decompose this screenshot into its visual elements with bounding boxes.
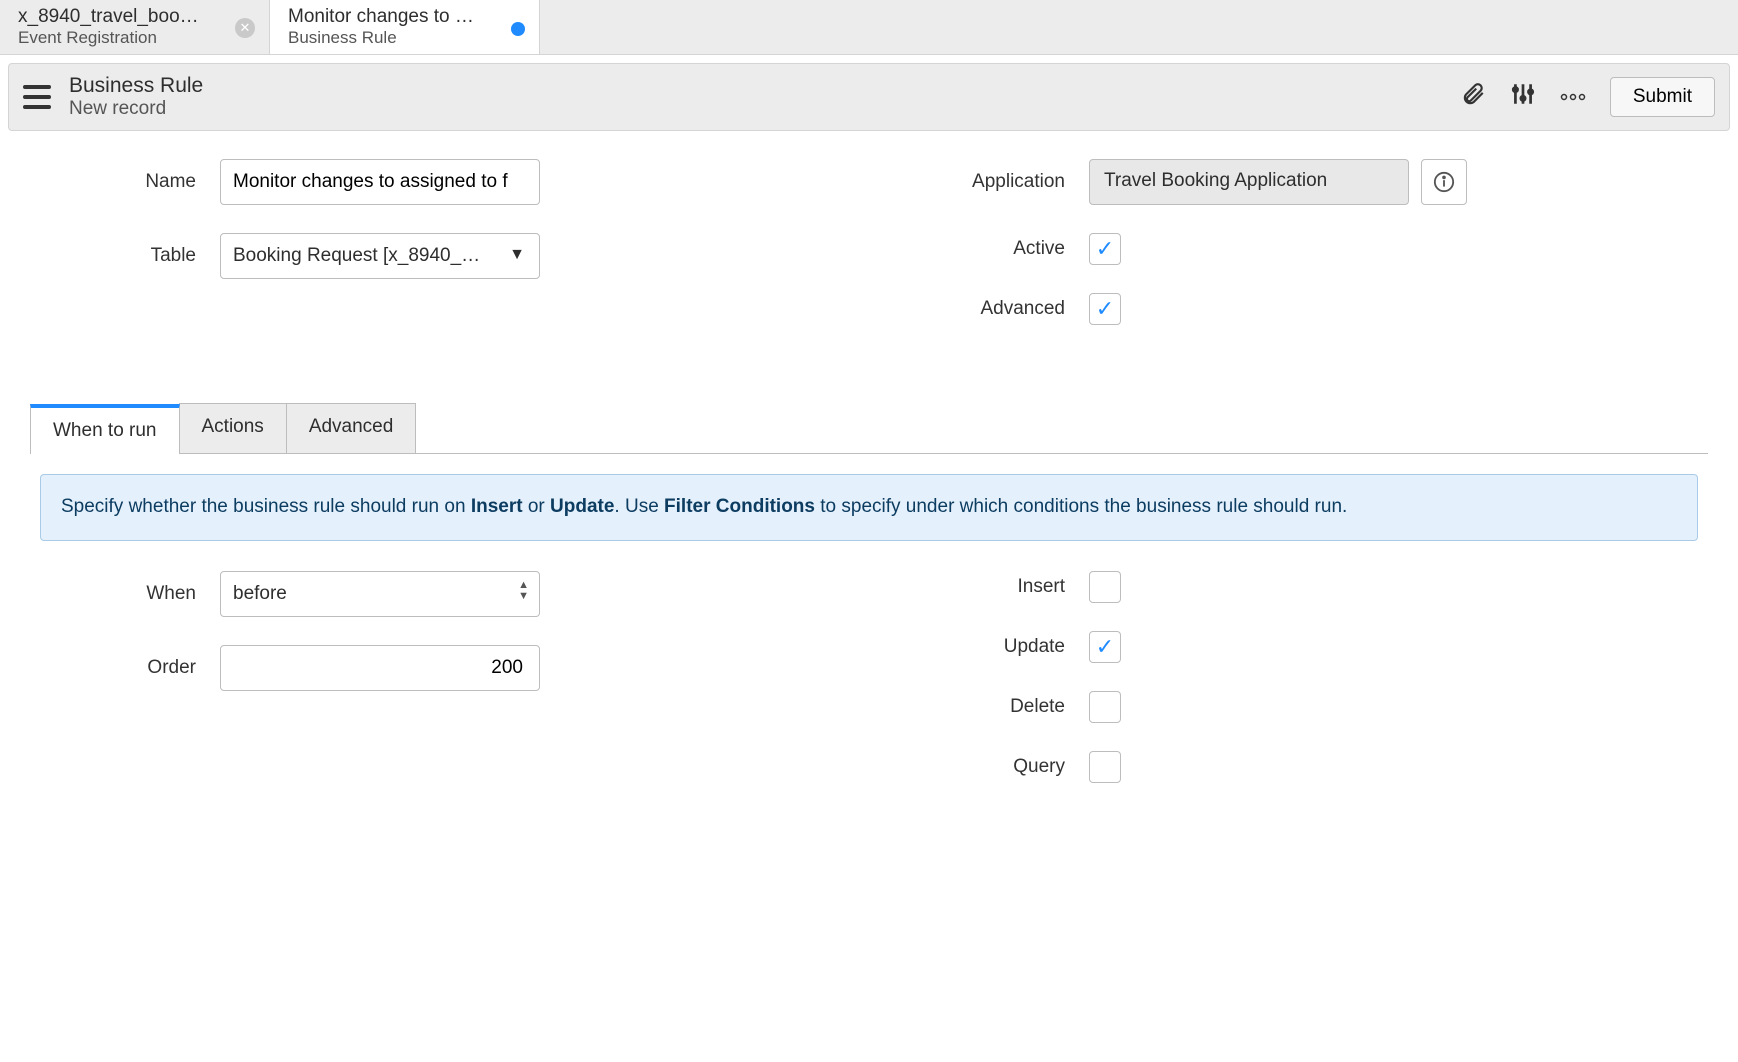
name-input[interactable] <box>220 159 540 205</box>
more-actions-icon[interactable] <box>1560 86 1586 108</box>
section-tab-strip: When to run Actions Advanced <box>30 403 1708 454</box>
table-select[interactable]: Booking Request [x_8940_… ▼ <box>220 233 540 279</box>
doc-tab-strip: x_8940_travel_book… Event Registration ✕… <box>0 0 1738 55</box>
table-label: Table <box>30 245 220 267</box>
record-type: Business Rule <box>69 74 1460 98</box>
insert-label: Insert <box>899 576 1089 598</box>
when-label: When <box>30 583 220 605</box>
unsaved-dot-icon <box>511 22 525 36</box>
tab-when-to-run[interactable]: When to run <box>30 404 180 454</box>
settings-icon[interactable] <box>1510 81 1536 113</box>
doc-tab-subtitle: Business Rule <box>288 28 523 48</box>
form-body: Name Table Booking Request [x_8940_… ▼ A… <box>0 139 1738 363</box>
when-select-value: before <box>233 583 287 604</box>
when-to-run-form: When before ▲▼ Order Insert Update ✓ Del… <box>0 561 1738 841</box>
name-label: Name <box>30 171 220 193</box>
advanced-label: Advanced <box>899 298 1089 320</box>
delete-label: Delete <box>899 696 1089 718</box>
query-checkbox[interactable] <box>1089 751 1121 783</box>
tab-actions[interactable]: Actions <box>179 403 287 453</box>
doc-tab-title: x_8940_travel_book… <box>18 6 208 28</box>
application-info-button[interactable] <box>1421 159 1467 205</box>
doc-tab-0[interactable]: x_8940_travel_book… Event Registration ✕ <box>0 0 270 54</box>
when-select[interactable]: before ▲▼ <box>220 571 540 617</box>
when-to-run-info-banner: Specify whether the business rule should… <box>40 474 1698 541</box>
application-label: Application <box>899 171 1089 193</box>
submit-button[interactable]: Submit <box>1610 77 1715 117</box>
active-label: Active <box>899 238 1089 260</box>
header-titles: Business Rule New record <box>69 74 1460 120</box>
dropdown-caret-icon: ▼ <box>509 246 525 264</box>
table-select-value: Booking Request [x_8940_… <box>233 245 480 266</box>
doc-tab-1[interactable]: Monitor changes to … Business Rule <box>270 0 540 54</box>
form-header-bar: Business Rule New record Submit <box>8 63 1730 131</box>
record-state: New record <box>69 98 1460 120</box>
form-menu-icon[interactable] <box>23 85 51 109</box>
doc-tab-subtitle: Event Registration <box>18 28 253 48</box>
doc-tab-title: Monitor changes to … <box>288 6 478 28</box>
application-readonly: Travel Booking Application <box>1089 159 1409 205</box>
delete-checkbox[interactable] <box>1089 691 1121 723</box>
stepper-caret-icon: ▲▼ <box>518 580 529 602</box>
update-label: Update <box>899 636 1089 658</box>
insert-checkbox[interactable] <box>1089 571 1121 603</box>
order-input[interactable] <box>220 645 540 691</box>
advanced-checkbox[interactable]: ✓ <box>1089 293 1121 325</box>
close-tab-icon[interactable]: ✕ <box>235 18 255 38</box>
query-label: Query <box>899 756 1089 778</box>
order-label: Order <box>30 657 220 679</box>
active-checkbox[interactable]: ✓ <box>1089 233 1121 265</box>
tab-advanced[interactable]: Advanced <box>286 403 417 453</box>
attachments-icon[interactable] <box>1460 81 1486 113</box>
update-checkbox[interactable]: ✓ <box>1089 631 1121 663</box>
